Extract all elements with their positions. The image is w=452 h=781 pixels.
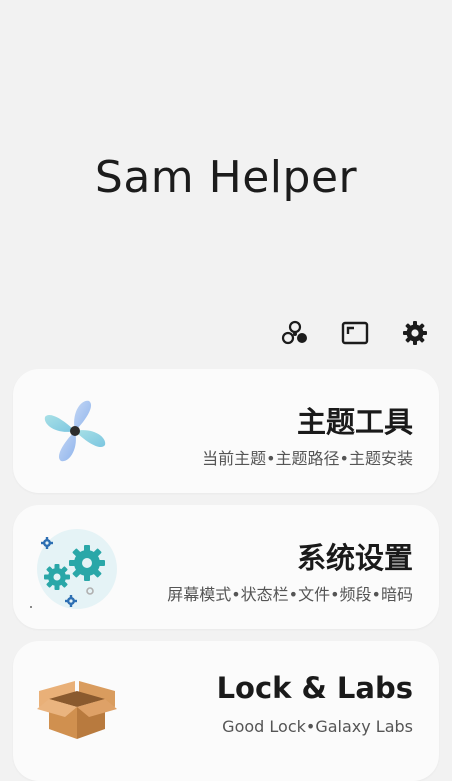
lock-labs-card[interactable]: Lock & Labs Good Lock•Galaxy Labs [13, 641, 439, 781]
settings-gear-icon[interactable] [400, 318, 430, 348]
card-title: 系统设置 [296, 541, 413, 575]
fan-network-icon[interactable] [280, 318, 310, 348]
theme-tools-card[interactable]: 主题工具 当前主题•主题路径•主题安装 [13, 369, 439, 493]
card-subtitle: 屏幕模式•状态栏•文件•频段•暗码 [167, 585, 413, 604]
card-title: 主题工具 [296, 405, 413, 439]
pinwheel-fan-icon [35, 391, 119, 475]
cardboard-box-icon [35, 663, 119, 747]
card-subtitle: 当前主题•主题路径•主题安装 [202, 449, 413, 468]
dot-marker [30, 606, 32, 608]
card-title: Lock & Labs [216, 671, 413, 705]
app-title: Sam Helper [94, 152, 358, 203]
toolbar [280, 318, 430, 348]
card-subtitle: Good Lock•Galaxy Labs [222, 717, 413, 736]
gears-icon [35, 527, 119, 611]
window-frame-icon[interactable] [340, 318, 370, 348]
system-settings-card[interactable]: 系统设置 屏幕模式•状态栏•文件•频段•暗码 [13, 505, 439, 629]
